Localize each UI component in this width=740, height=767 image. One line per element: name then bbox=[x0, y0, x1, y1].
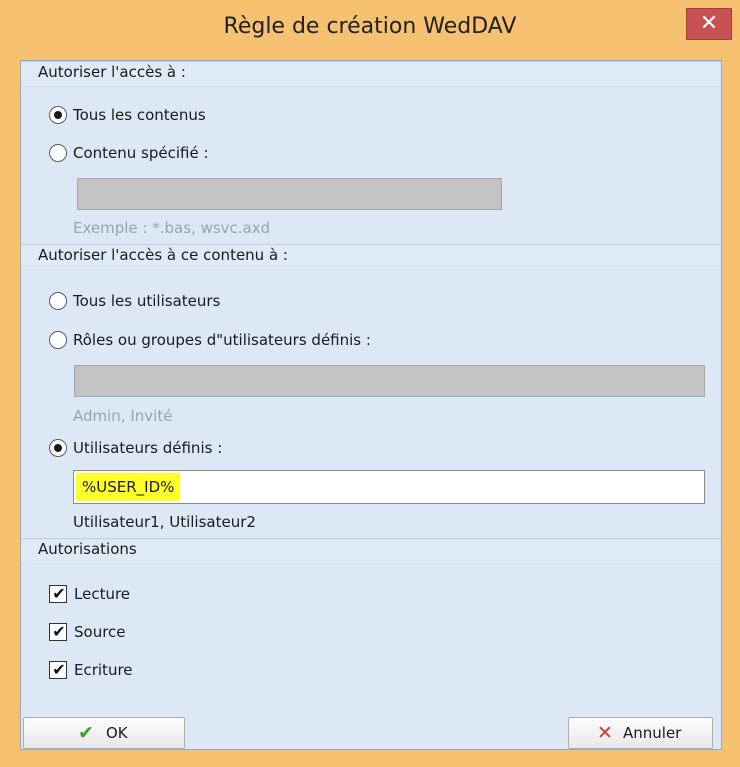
checkbox-label: Lecture bbox=[74, 585, 131, 603]
radio-button[interactable] bbox=[49, 106, 67, 124]
checkbox[interactable]: ✔ bbox=[49, 660, 67, 679]
cross-icon: ✕ bbox=[597, 722, 613, 744]
close-button[interactable]: ✕ bbox=[686, 8, 732, 40]
section-header-permissions: Autorisations bbox=[21, 538, 721, 564]
radio-button[interactable] bbox=[49, 439, 67, 457]
check-icon: ✔ bbox=[52, 622, 66, 641]
window-title: Règle de création WedDAV bbox=[223, 14, 517, 39]
dialog-body: Autoriser l'accès à : Tous les contenus … bbox=[20, 60, 722, 750]
users-input-value: %USER_ID% bbox=[76, 473, 181, 501]
users-input[interactable]: %USER_ID% bbox=[73, 470, 705, 504]
users-hint: Utilisateur1, Utilisateur2 bbox=[73, 513, 256, 531]
section-title: Autoriser l'accès à : bbox=[38, 63, 186, 81]
radio-label: Contenu spécifié : bbox=[73, 144, 209, 162]
content-hint: Exemple : *.bas, wsvc.axd bbox=[73, 219, 271, 237]
check-icon: ✔ bbox=[78, 722, 94, 744]
checkbox[interactable]: ✔ bbox=[49, 584, 67, 603]
ok-button-label: OK bbox=[106, 724, 128, 742]
dialog-window: Règle de création WedDAV ✕ Autoriser l'a… bbox=[0, 0, 740, 767]
checkbox-label: Ecriture bbox=[74, 661, 133, 679]
cancel-button[interactable]: ✕ Annuler bbox=[568, 717, 713, 749]
content-field bbox=[77, 178, 502, 210]
checkbox[interactable]: ✔ bbox=[49, 622, 67, 641]
radio-button[interactable] bbox=[49, 144, 67, 162]
radio-label: Rôles ou groupes d"utilisateurs définis … bbox=[73, 331, 371, 349]
section-header-users: Autoriser l'accès à ce contenu à : bbox=[21, 244, 721, 270]
radio-label: Tous les contenus bbox=[73, 106, 206, 124]
ok-button[interactable]: ✔ OK bbox=[23, 717, 185, 749]
radio-button[interactable] bbox=[49, 331, 67, 349]
close-icon: ✕ bbox=[699, 11, 719, 36]
section-title: Autoriser l'accès à ce contenu à : bbox=[38, 246, 288, 264]
roles-hint: Admin, Invité bbox=[73, 407, 173, 425]
checkbox-label: Source bbox=[74, 623, 126, 641]
title-bar[interactable]: Règle de création WedDAV ✕ bbox=[0, 0, 740, 58]
roles-field bbox=[74, 365, 705, 397]
radio-label: Utilisateurs définis : bbox=[73, 439, 223, 457]
radio-label: Tous les utilisateurs bbox=[73, 292, 221, 310]
check-icon: ✔ bbox=[52, 584, 66, 603]
section-title: Autorisations bbox=[38, 540, 137, 558]
section-header-access: Autoriser l'accès à : bbox=[21, 61, 721, 87]
check-icon: ✔ bbox=[52, 660, 66, 679]
cancel-button-label: Annuler bbox=[623, 724, 682, 742]
radio-button[interactable] bbox=[49, 292, 67, 310]
